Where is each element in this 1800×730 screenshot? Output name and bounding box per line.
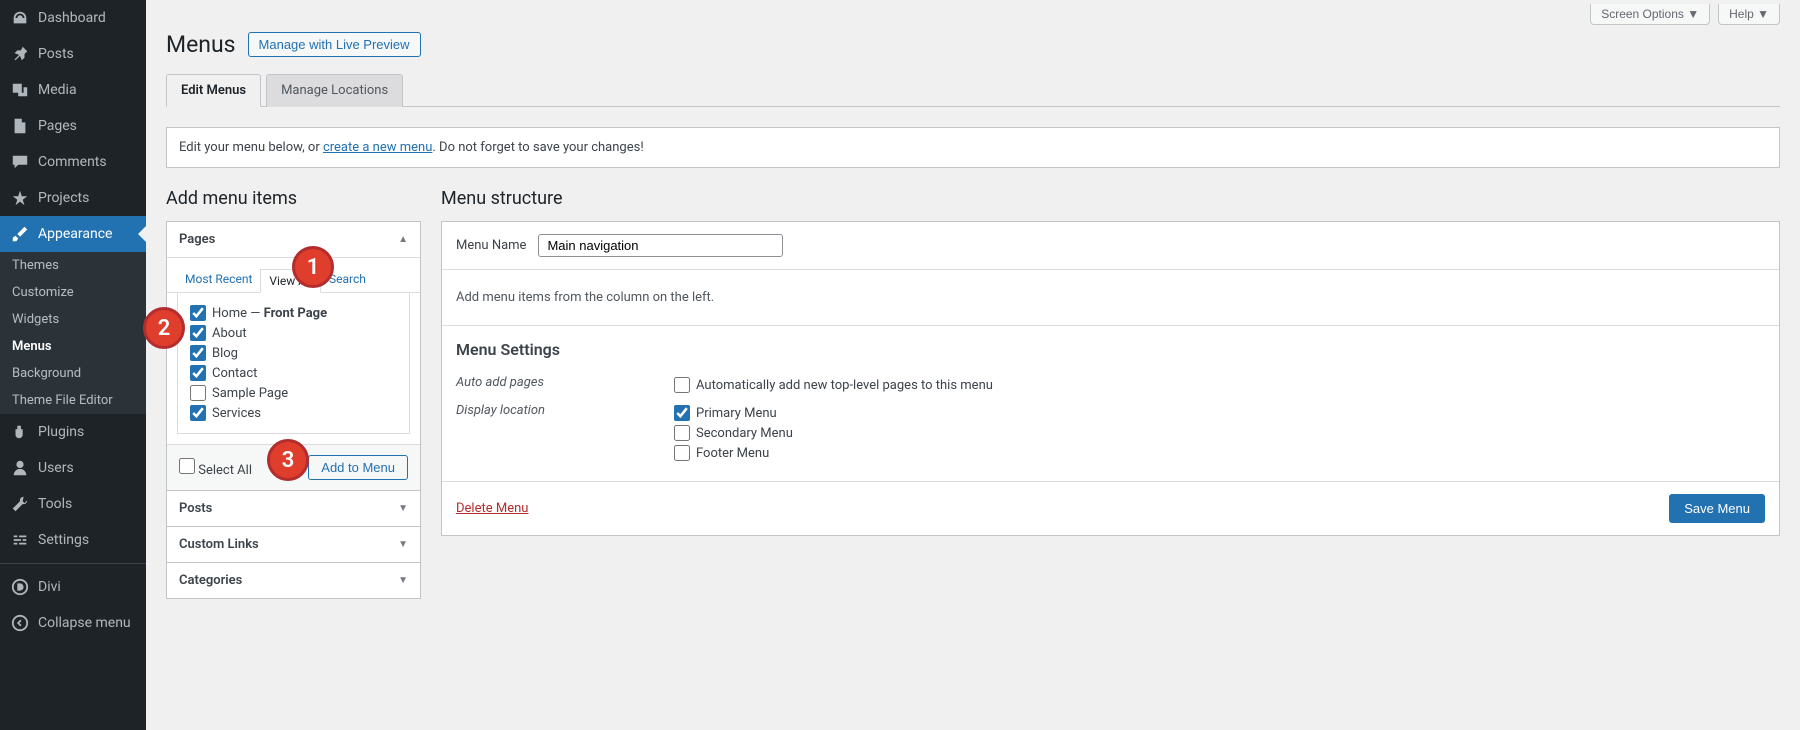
submenu-menus[interactable]: Menus	[0, 333, 146, 360]
nav-pages[interactable]: Pages	[0, 108, 146, 144]
star-icon	[10, 188, 30, 208]
submenu-themes[interactable]: Themes	[0, 252, 146, 279]
posts-metabox: Posts▼	[166, 491, 421, 527]
nav-comments[interactable]: Comments	[0, 144, 146, 180]
menu-structure-title: Menu structure	[441, 188, 1780, 209]
location-primary[interactable]: Primary Menu	[674, 403, 793, 423]
location-footer[interactable]: Footer Menu	[674, 443, 793, 463]
pin-icon	[10, 44, 30, 64]
help-button[interactable]: Help ▼	[1718, 4, 1780, 25]
page-item-contact[interactable]: Contact	[190, 363, 397, 383]
categories-metabox: Categories▼	[166, 563, 421, 599]
nav-tools[interactable]: Tools	[0, 486, 146, 522]
info-notice: Edit your menu below, or create a new me…	[166, 127, 1780, 168]
add-items-title: Add menu items	[166, 188, 421, 209]
menu-settings-title: Menu Settings	[456, 340, 1765, 359]
page-item-home[interactable]: Home — Front Page	[190, 303, 397, 323]
nav-projects[interactable]: Projects	[0, 180, 146, 216]
chevron-up-icon: ▲	[398, 234, 408, 245]
page-item-about[interactable]: About	[190, 323, 397, 343]
pages-toggle[interactable]: Pages ▲	[167, 222, 420, 257]
nav-users[interactable]: Users	[0, 450, 146, 486]
add-to-menu-button[interactable]: Add to Menu	[308, 455, 408, 480]
display-location-label: Display location	[456, 403, 674, 418]
create-menu-link[interactable]: create a new menu	[323, 140, 432, 155]
page-item-sample[interactable]: Sample Page	[190, 383, 397, 403]
brush-icon	[10, 224, 30, 244]
nav-appearance[interactable]: Appearance	[0, 216, 146, 252]
admin-sidebar: Dashboard Posts Media Pages Comments Pro…	[0, 0, 146, 730]
select-all[interactable]: Select All	[179, 458, 252, 478]
auto-add-label: Auto add pages	[456, 375, 674, 390]
tab-most-recent[interactable]: Most Recent	[177, 268, 260, 292]
nav-dashboard[interactable]: Dashboard	[0, 0, 146, 36]
custom-links-toggle[interactable]: Custom Links▼	[167, 527, 420, 562]
nav-settings[interactable]: Settings	[0, 522, 146, 558]
nav-divi[interactable]: Divi	[0, 569, 146, 605]
menu-structure-panel: Menu Name Add menu items from the column…	[441, 221, 1780, 536]
menu-name-input[interactable]	[538, 234, 783, 257]
submenu-widgets[interactable]: Widgets	[0, 306, 146, 333]
auto-add-checkbox[interactable]: Automatically add new top-level pages to…	[674, 375, 993, 395]
main-content: Screen Options ▼ Help ▼ Menus Manage wit…	[146, 0, 1800, 730]
wrench-icon	[10, 494, 30, 514]
page-item-blog[interactable]: Blog	[190, 343, 397, 363]
divi-icon	[10, 577, 30, 597]
page-title: Menus	[166, 31, 236, 58]
categories-toggle[interactable]: Categories▼	[167, 563, 420, 598]
menu-name-label: Menu Name	[456, 238, 526, 253]
gauge-icon	[10, 8, 30, 28]
chevron-down-icon: ▼	[398, 539, 408, 550]
collapse-icon	[10, 613, 30, 633]
nav-collapse[interactable]: Collapse menu	[0, 605, 146, 641]
chevron-down-icon: ▼	[398, 575, 408, 586]
comment-icon	[10, 152, 30, 172]
location-secondary[interactable]: Secondary Menu	[674, 423, 793, 443]
media-icon	[10, 80, 30, 100]
sliders-icon	[10, 530, 30, 550]
annotation-1: 1	[292, 246, 334, 288]
submenu-background[interactable]: Background	[0, 360, 146, 387]
chevron-down-icon: ▼	[398, 503, 408, 514]
pages-metabox: 1 2 Pages ▲ Most Recent View All Search	[166, 221, 421, 491]
nav-media[interactable]: Media	[0, 72, 146, 108]
annotation-2: 2	[143, 307, 185, 349]
posts-toggle[interactable]: Posts▼	[167, 491, 420, 526]
submenu-theme-editor[interactable]: Theme File Editor	[0, 387, 146, 414]
delete-menu-link[interactable]: Delete Menu	[456, 501, 528, 516]
appearance-submenu: Themes Customize Widgets Menus Backgroun…	[0, 252, 146, 414]
user-icon	[10, 458, 30, 478]
plug-icon	[10, 422, 30, 442]
nav-tabs: Edit Menus Manage Locations	[166, 73, 1780, 107]
empty-instruction: Add menu items from the column on the le…	[442, 270, 1779, 326]
custom-links-metabox: Custom Links▼	[166, 527, 421, 563]
annotation-3: 3	[267, 439, 309, 481]
submenu-customize[interactable]: Customize	[0, 279, 146, 306]
page-icon	[10, 116, 30, 136]
nav-posts[interactable]: Posts	[0, 36, 146, 72]
nav-plugins[interactable]: Plugins	[0, 414, 146, 450]
save-menu-button[interactable]: Save Menu	[1669, 494, 1765, 523]
page-item-services[interactable]: Services	[190, 403, 397, 423]
tab-manage-locations[interactable]: Manage Locations	[266, 74, 403, 107]
screen-options-button[interactable]: Screen Options ▼	[1590, 4, 1710, 25]
tab-edit-menus[interactable]: Edit Menus	[166, 74, 261, 107]
live-preview-button[interactable]: Manage with Live Preview	[248, 32, 421, 57]
